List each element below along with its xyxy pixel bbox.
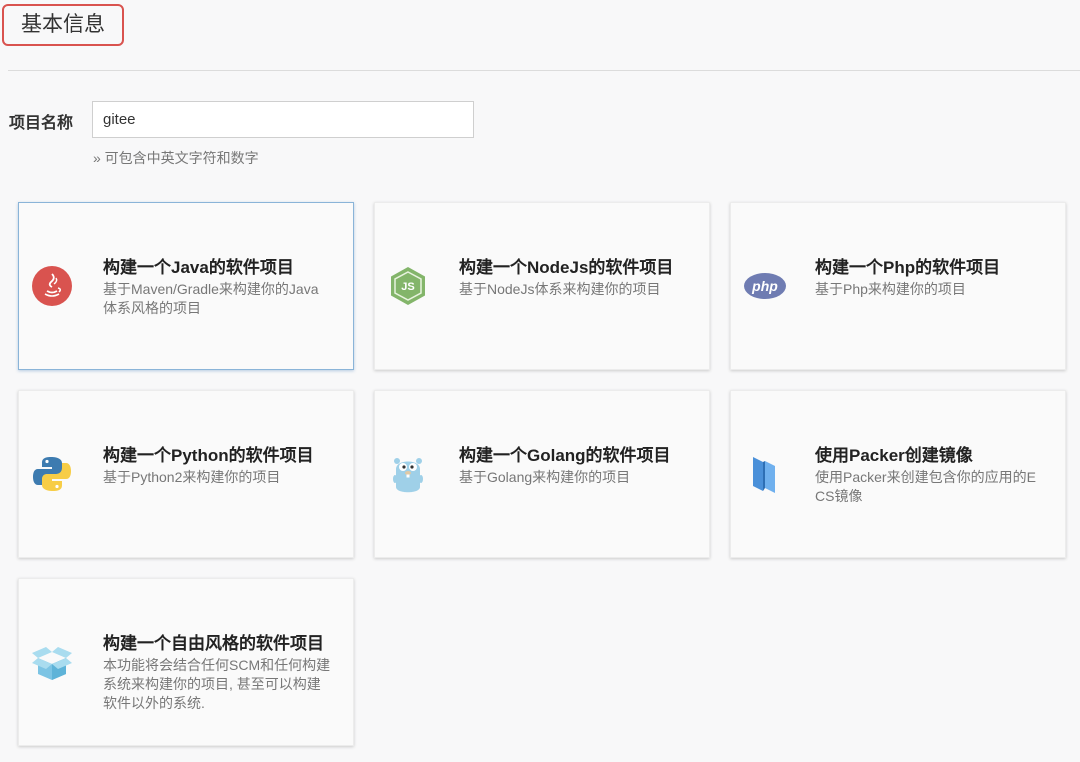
nodejs-icon: JS (387, 265, 429, 307)
java-icon (31, 265, 73, 307)
card-title: 构建一个自由风格的软件项目 (103, 634, 324, 653)
card-title: 构建一个NodeJs的软件项目 (459, 258, 674, 277)
card-description: 使用Packer来创建包含你的应用的ECS镜像 (815, 469, 1036, 504)
template-card-golang[interactable]: 构建一个Golang的软件项目 基于Golang来构建你的项目 (374, 390, 710, 558)
golang-gopher-icon (387, 453, 429, 495)
template-card-php[interactable]: php 构建一个Php的软件项目 基于Php来构建你的项目 (730, 202, 1066, 370)
php-icon: php (743, 265, 787, 307)
php-icon-text: php (751, 278, 778, 294)
template-card-python[interactable]: 构建一个Python的软件项目 基于Python2来构建你的项目 (18, 390, 354, 558)
divider (8, 70, 1080, 71)
card-title: 使用Packer创建镜像 (815, 446, 973, 465)
python-icon (31, 453, 73, 495)
card-description: 本功能将会结合任何SCM和任何构建系统来构建你的项目, 甚至可以构建软件以外的系… (103, 657, 331, 711)
template-card-packer[interactable]: 使用Packer创建镜像 使用Packer来创建包含你的应用的ECS镜像 (730, 390, 1066, 558)
card-description: 基于Php来构建你的项目 (815, 281, 966, 297)
template-card-nodejs[interactable]: JS 构建一个NodeJs的软件项目 基于NodeJs体系来构建你的项目 (374, 202, 710, 370)
template-card-freestyle[interactable]: 构建一个自由风格的软件项目 本功能将会结合任何SCM和任何构建系统来构建你的项目… (18, 578, 354, 746)
card-title: 构建一个Golang的软件项目 (459, 446, 671, 465)
section-title: 基本信息 (2, 4, 124, 46)
project-name-input[interactable] (92, 101, 474, 138)
packer-icon (743, 453, 785, 495)
card-description: 基于Maven/Gradle来构建你的Java体系风格的项目 (103, 281, 319, 316)
project-name-hint: » 可包含中英文字符和数字 (93, 150, 259, 166)
nodejs-icon-text: JS (401, 281, 414, 293)
card-description: 基于Golang来构建你的项目 (459, 469, 631, 485)
project-name-label: 项目名称 (9, 115, 74, 132)
card-description: 基于Python2来构建你的项目 (103, 469, 281, 485)
card-title: 构建一个Python的软件项目 (103, 446, 314, 465)
template-card-java[interactable]: 构建一个Java的软件项目 基于Maven/Gradle来构建你的Java体系风… (18, 202, 354, 370)
card-description: 基于NodeJs体系来构建你的项目 (459, 281, 661, 297)
card-title: 构建一个Php的软件项目 (815, 258, 1001, 277)
card-title: 构建一个Java的软件项目 (103, 258, 294, 277)
open-box-icon (31, 641, 73, 683)
